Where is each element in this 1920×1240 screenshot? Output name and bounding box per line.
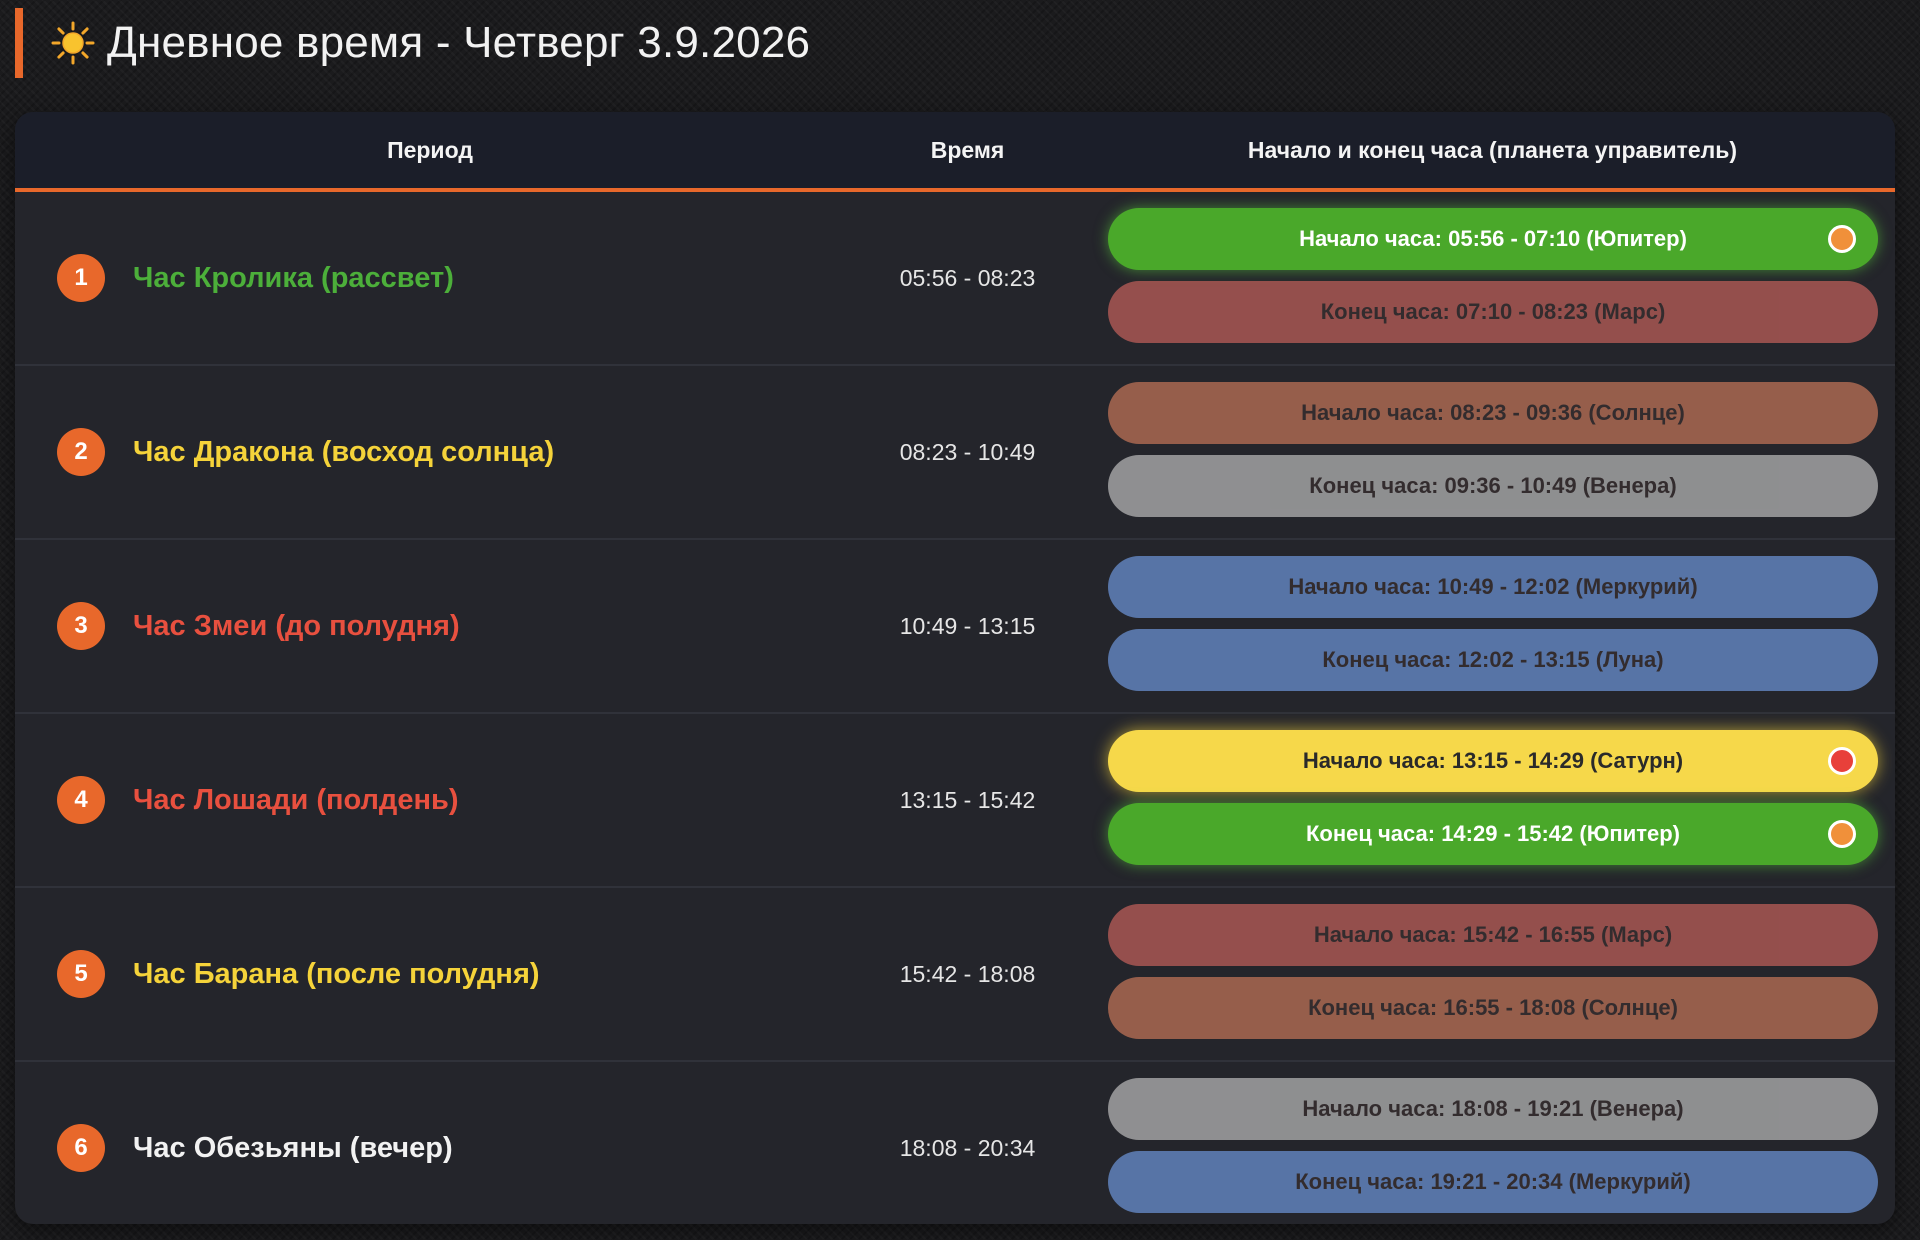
hour-end-label: Конец часа: 19:21 - 20:34 (Меркурий) [1295, 1169, 1691, 1194]
hour-start-label: Начало часа: 05:56 - 07:10 (Юпитер) [1299, 226, 1687, 251]
hour-end-pill: Конец часа: 12:02 - 13:15 (Луна) [1108, 629, 1878, 691]
period-number-badge: 4 [57, 776, 105, 824]
table-row: 3 Час Змеи (до полудня) 10:49 - 13:15 Начал… [15, 540, 1895, 714]
period-time: 05:56 - 08:23 [899, 265, 1036, 291]
hour-start-pill: Начало часа: 18:08 - 19:21 (Венера) [1108, 1078, 1878, 1140]
page-title: Дневное время - Четверг 3.9.2026 [107, 18, 811, 67]
active-indicator-icon [1828, 820, 1856, 848]
period-time: 15:42 - 18:08 [899, 961, 1036, 987]
table-row: 1 Час Кролика (рассвет) 05:56 - 08:23 Начал… [15, 192, 1895, 366]
table-row: 6 Час Обезьяны (вечер) 18:08 - 20:34 Начало… [15, 1062, 1895, 1224]
period-time: 10:49 - 13:15 [899, 613, 1036, 639]
hour-start-label: Начало часа: 10:49 - 12:02 (Меркурий) [1288, 574, 1698, 599]
hour-start-label: Начало часа: 13:15 - 14:29 (Сатурн) [1302, 748, 1684, 773]
table-row: 4 Час Лошади (полдень) 13:15 - 15:42 Начало… [15, 714, 1895, 888]
hour-end-label: Конец часа: 09:36 - 10:49 (Венера) [1309, 473, 1677, 498]
hour-start-pill: Начало часа: 08:23 - 09:36 (Солнце) [1108, 382, 1878, 444]
period-number-badge: 3 [57, 602, 105, 650]
table-body: 1 Час Кролика (рассвет) 05:56 - 08:23 Начал… [15, 192, 1895, 1224]
hours-table: Период Время Начало и конец часа (планет… [15, 112, 1895, 1224]
hour-end-label: Конец часа: 16:55 - 18:08 (Солнце) [1308, 995, 1678, 1020]
period-name: Час Кролика (рассвет) [133, 262, 454, 294]
hour-start-pill: Начало часа: 05:56 - 07:10 (Юпитер) [1108, 208, 1878, 270]
period-name: Час Змеи (до полудня) [133, 610, 460, 642]
period-number-badge: 6 [57, 1124, 105, 1172]
table-row: 2 Час Дракона (восход солнца) 08:23 - 10:4… [15, 366, 1895, 540]
hour-start-pill: Начало часа: 13:15 - 14:29 (Сатурн) [1108, 730, 1878, 792]
hour-end-pill: Конец часа: 19:21 - 20:34 (Меркурий) [1108, 1151, 1878, 1213]
period-number-badge: 2 [57, 428, 105, 476]
hour-start-label: Начало часа: 18:08 - 19:21 (Венера) [1302, 1096, 1684, 1121]
hour-end-pill: Конец часа: 09:36 - 10:49 (Венера) [1108, 455, 1878, 517]
table-row: 5 Час Барана (после полудня) 15:42 - 18:08… [15, 888, 1895, 1062]
hour-end-pill: Конец часа: 16:55 - 18:08 (Солнце) [1108, 977, 1878, 1039]
period-time: 08:23 - 10:49 [899, 439, 1036, 465]
page-header: Дневное время - Четверг 3.9.2026 [15, 8, 810, 78]
hour-start-pill: Начало часа: 10:49 - 12:02 (Меркурий) [1108, 556, 1878, 618]
hour-start-pill: Начало часа: 15:42 - 16:55 (Марс) [1108, 904, 1878, 966]
active-indicator-icon [1828, 225, 1856, 253]
table-header: Период Время Начало и конец часа (планет… [15, 112, 1895, 192]
hour-end-label: Конец часа: 12:02 - 13:15 (Луна) [1322, 647, 1664, 672]
active-indicator-icon [1828, 747, 1856, 775]
column-header-time: Время [930, 137, 1005, 163]
period-time: 18:08 - 20:34 [899, 1135, 1036, 1161]
period-number-badge: 1 [57, 254, 105, 302]
period-time: 13:15 - 15:42 [899, 787, 1036, 813]
period-name: Час Барана (после полудня) [133, 958, 540, 990]
period-name: Час Дракона (восход солнца) [133, 436, 555, 468]
sun-icon [51, 21, 95, 65]
period-number-badge: 5 [57, 950, 105, 998]
hour-end-label: Конец часа: 07:10 - 08:23 (Марс) [1320, 299, 1666, 324]
hour-start-label: Начало часа: 15:42 - 16:55 (Марс) [1313, 922, 1673, 947]
hour-end-label: Конец часа: 14:29 - 15:42 (Юпитер) [1305, 821, 1680, 846]
column-header-hours: Начало и конец часа (планета управитель) [1247, 137, 1738, 163]
hour-start-label: Начало часа: 08:23 - 09:36 (Солнце) [1301, 400, 1685, 425]
hour-end-pill: Конец часа: 14:29 - 15:42 (Юпитер) [1108, 803, 1878, 865]
period-name: Час Лошади (полдень) [133, 784, 459, 816]
period-name: Час Обезьяны (вечер) [133, 1132, 453, 1164]
hour-end-pill: Конец часа: 07:10 - 08:23 (Марс) [1108, 281, 1878, 343]
column-header-period: Период [387, 137, 473, 163]
